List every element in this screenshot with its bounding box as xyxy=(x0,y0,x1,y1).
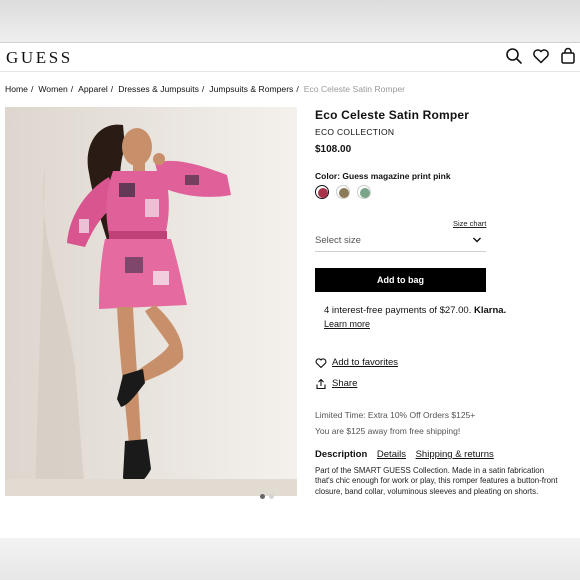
size-select-value: Select size xyxy=(315,235,361,246)
klarna-message: 4 interest-free payments of $27.00. Klar… xyxy=(324,305,506,316)
klarna-text: 4 interest-free payments of $27.00. xyxy=(324,305,472,316)
product-description: Part of the SMART GUESS Collection. Made… xyxy=(315,466,558,496)
product-title: Eco Celeste Satin Romper xyxy=(315,108,470,122)
breadcrumb-jumpsuits-rompers[interactable]: Jumpsuits & Rompers xyxy=(209,84,293,94)
guess-logo[interactable]: GUESS xyxy=(6,48,73,68)
color-swatch[interactable] xyxy=(336,185,350,199)
heart-icon xyxy=(315,358,327,369)
product-price: $108.00 xyxy=(315,144,352,155)
promo-text: Limited Time: Extra 10% Off Orders $125+ xyxy=(315,410,476,420)
chevron-down-icon xyxy=(473,237,481,243)
gallery-dots xyxy=(260,486,278,504)
product-photo-illustration xyxy=(5,107,297,496)
color-swatch-selected[interactable] xyxy=(315,185,329,199)
learn-more-link[interactable]: Learn more xyxy=(324,319,370,329)
breadcrumb-separator: / xyxy=(296,84,299,94)
breadcrumb-separator: / xyxy=(70,84,74,94)
breadcrumb-current: Eco Celeste Satin Romper xyxy=(303,84,406,94)
product-image[interactable] xyxy=(5,107,297,496)
breadcrumb: Home / Women / Apparel / Dresses & Jumpsuits / J… xyxy=(5,84,405,94)
product-tabs: Description Details Shipping & returns xyxy=(315,449,501,460)
gallery-dot-active[interactable] xyxy=(260,494,265,499)
size-chart-link[interactable]: Size chart xyxy=(453,219,486,228)
breadcrumb-women[interactable]: Women xyxy=(38,84,67,94)
tab-details[interactable]: Details xyxy=(377,449,406,460)
add-to-favorites-label: Add to favorites xyxy=(332,357,399,368)
klarna-brand: Klarna. xyxy=(473,305,507,316)
browser-bottom-bar xyxy=(0,538,580,580)
share-icon xyxy=(316,378,326,390)
color-label: Color: Guess magazine print pink xyxy=(315,171,451,181)
share-label: Share xyxy=(332,378,358,389)
search-icon[interactable] xyxy=(505,47,523,65)
breadcrumb-separator: / xyxy=(110,84,114,94)
shipping-text: You are $125 away from free shipping! xyxy=(315,426,461,436)
tab-description[interactable]: Description xyxy=(315,449,367,460)
size-select[interactable]: Select size xyxy=(315,230,486,252)
breadcrumb-apparel[interactable]: Apparel xyxy=(78,84,108,94)
product-collection: ECO COLLECTION xyxy=(315,127,395,137)
heart-icon[interactable] xyxy=(532,47,550,65)
swatch-fill xyxy=(339,188,349,198)
color-swatch[interactable] xyxy=(357,185,371,199)
breadcrumb-separator: / xyxy=(30,84,34,94)
shopping-bag-icon[interactable] xyxy=(559,47,577,65)
tab-shipping-returns[interactable]: Shipping & returns xyxy=(416,449,494,460)
browser-top-bar xyxy=(0,0,580,43)
site-header: GUESS xyxy=(0,43,580,72)
breadcrumb-dresses-jumpsuits[interactable]: Dresses & Jumpsuits xyxy=(118,84,199,94)
gallery-dot[interactable] xyxy=(269,494,274,499)
swatch-fill xyxy=(360,188,370,198)
breadcrumb-separator: / xyxy=(201,84,205,94)
breadcrumb-home[interactable]: Home xyxy=(5,84,28,94)
add-to-bag-button[interactable]: Add to bag xyxy=(315,268,486,292)
swatch-fill xyxy=(318,188,328,198)
